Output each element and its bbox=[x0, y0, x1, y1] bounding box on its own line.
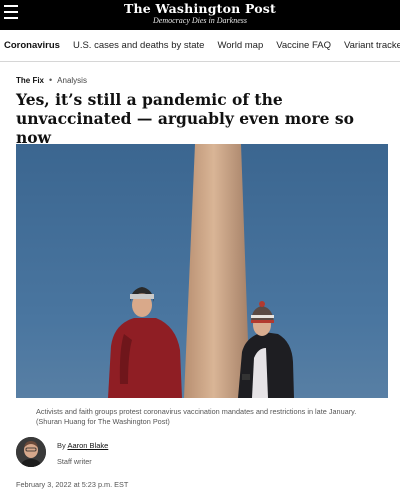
article-kicker: The Fix • Analysis bbox=[16, 75, 87, 85]
headline: Yes, it’s still a pandemic of the unvacc… bbox=[16, 90, 354, 147]
author-link[interactable]: Aaron Blake bbox=[67, 441, 108, 450]
author-role: Staff writer bbox=[57, 457, 92, 466]
nav-item-vaccine-faq[interactable]: Vaccine FAQ bbox=[276, 40, 331, 51]
byline: By Aaron Blake bbox=[57, 441, 108, 450]
section-link[interactable]: The Fix bbox=[16, 76, 44, 85]
site-logo[interactable]: The Washington Post bbox=[0, 1, 400, 16]
nav-item-cases-by-state[interactable]: U.S. cases and deaths by state bbox=[73, 40, 205, 51]
lead-photo bbox=[16, 144, 388, 398]
analysis-label: Analysis bbox=[57, 75, 87, 85]
nav-item-coronavirus[interactable]: Coronavirus bbox=[4, 40, 60, 51]
byline-prefix: By bbox=[57, 441, 66, 450]
nav-item-variant-tracker[interactable]: Variant tracker bbox=[344, 40, 400, 51]
nav-item-world-map[interactable]: World map bbox=[217, 40, 263, 51]
section-nav: Coronavirus U.S. cases and deaths by sta… bbox=[0, 30, 400, 62]
publish-date: February 3, 2022 at 5:23 p.m. EST bbox=[16, 480, 129, 489]
author-avatar[interactable] bbox=[16, 437, 46, 467]
site-tagline: Democracy Dies in Darkness bbox=[153, 16, 247, 25]
photo-caption: Activists and faith groups protest coron… bbox=[36, 407, 357, 426]
monument bbox=[184, 144, 250, 398]
separator-dot: • bbox=[49, 75, 53, 85]
masthead: The Washington Post Democracy Dies in Da… bbox=[0, 0, 400, 30]
